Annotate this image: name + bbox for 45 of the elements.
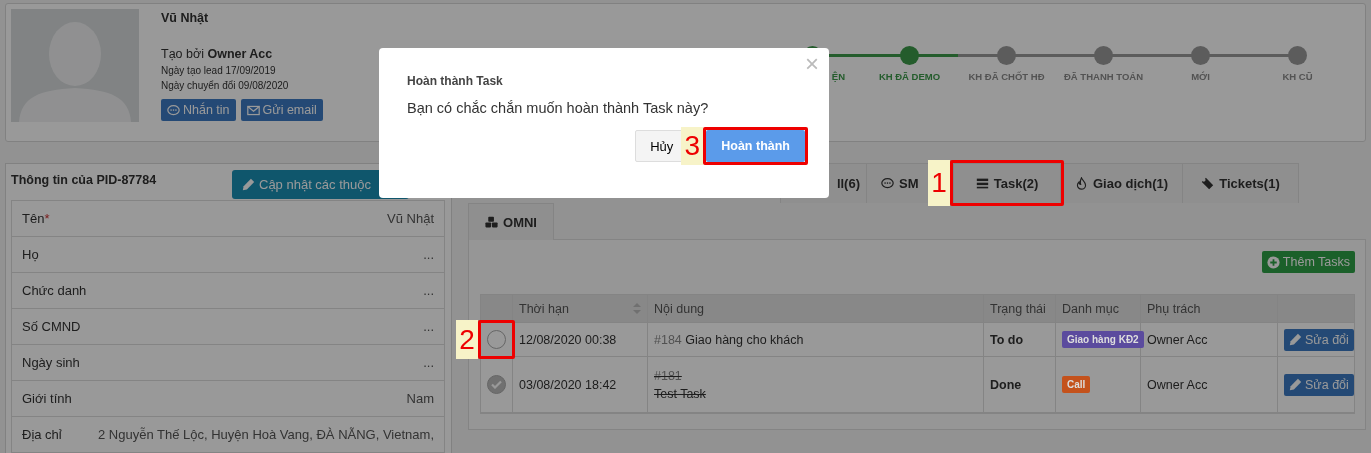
field-value: Nam (406, 391, 434, 406)
field-label: Giới tính (22, 391, 72, 406)
field-value: 2 Nguyễn Thế Lộc, Huyện Hoà Vang, ĐÀ NẴNG, Vietnam, (98, 427, 434, 442)
stage-label: ĐÃ THANH TOÁN (1064, 71, 1143, 82)
owner-cell: Owner Acc (1141, 323, 1278, 356)
task-status: To do (990, 332, 1024, 347)
column-header: Trạng thái (990, 301, 1046, 316)
field-label: Ngày sinh (22, 355, 80, 370)
dialog-title: Hoàn thành Task (407, 74, 504, 88)
field-value: ... (423, 247, 434, 262)
column-header: Danh mục (1062, 301, 1119, 316)
dialog-message: Bạn có chắc chắn muốn hoàn thành Task này? (407, 100, 710, 116)
callout-number: 3 (681, 127, 704, 165)
field-value: ... (423, 319, 434, 334)
owner-cell: Owner Acc (1141, 357, 1278, 412)
field-value: ... (423, 283, 434, 298)
task-content: #184 Giao hàng cho khách (654, 331, 804, 349)
field-label: Họ (22, 247, 39, 262)
lead-created-date: Ngày tạo lead 17/09/2019 (161, 65, 277, 76)
callout-number: 2 (456, 320, 478, 359)
category-tag: Giao hàng KĐ2 (1062, 331, 1144, 348)
category-tag: Call (1062, 376, 1091, 393)
field-label: Tên* (22, 211, 50, 226)
stage-label: KH CŨ (1282, 71, 1313, 82)
due-date-cell: 03/08/2020 18:42 (513, 357, 648, 412)
due-date-cell: 12/08/2020 00:38 (513, 323, 648, 356)
stage-label: MỚI (1191, 71, 1210, 82)
created-by: Tạo bởi Owner Acc (161, 47, 274, 61)
conversion-date: Ngày chuyển đổi 09/08/2020 (161, 80, 290, 91)
column-header: Nội dung (654, 301, 705, 316)
stage-label: KH ĐÃ DEMO (878, 71, 941, 82)
field-value: Vũ Nhật (387, 211, 434, 226)
stage-label: KH ĐÃ CHỐT HĐ (968, 71, 1045, 82)
field-label: Chức danh (22, 283, 87, 298)
field-label: Địa chỉ (22, 427, 62, 442)
task-status: Done (990, 377, 1022, 392)
task-content: #181 Test Task (654, 367, 707, 403)
column-header: Phụ trách (1147, 301, 1201, 316)
field-value: ... (423, 355, 434, 370)
panel-title: Thông tin của PID-87784 (11, 173, 157, 187)
field-label: Số CMND (22, 319, 81, 334)
column-header: Thời hạn (519, 301, 569, 316)
lead-name: Vũ Nhật (161, 11, 210, 25)
stage-label: ỆN (831, 71, 845, 82)
callout-number: 1 (928, 160, 950, 206)
